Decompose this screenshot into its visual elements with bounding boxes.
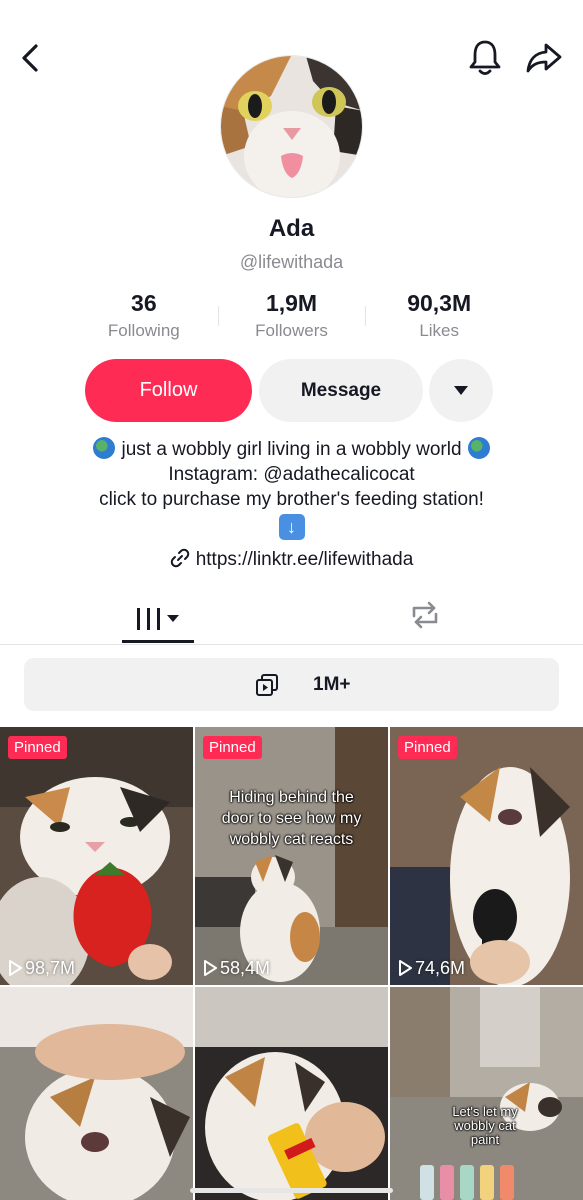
video-caption: Let's let my wobbly cat paint xyxy=(430,1105,540,1147)
play-icon xyxy=(204,960,217,976)
active-tab-indicator xyxy=(122,640,194,643)
profile-name: Ada xyxy=(268,215,315,242)
play-icon xyxy=(9,960,22,976)
home-indicator xyxy=(190,1188,393,1193)
back-icon[interactable] xyxy=(16,40,48,76)
stat-followers[interactable]: 1,9M Followers xyxy=(217,290,366,346)
profile-stats: 36 Following 1,9M Followers 90,3M Likes xyxy=(70,290,513,346)
pinned-badge: Pinned xyxy=(8,736,67,759)
globe-emoji-icon xyxy=(93,437,116,459)
bio-line: click to purchase my brother's feeding s… xyxy=(99,489,484,510)
profile-tabs xyxy=(0,590,583,645)
view-count: 58,4M xyxy=(203,958,270,979)
globe-emoji-icon xyxy=(467,437,490,459)
collections-button[interactable]: 1M+ xyxy=(24,658,559,711)
view-count: 74,6M xyxy=(398,958,465,979)
video-thumbnail[interactable] xyxy=(195,987,388,1200)
bio-link[interactable]: https://linktr.ee/lifewithada xyxy=(0,548,583,571)
message-button[interactable]: Message xyxy=(259,359,423,422)
stat-label: Followers xyxy=(255,321,328,340)
view-count-text: 98,7M xyxy=(25,958,76,978)
video-thumbnail[interactable]: Pinned Hiding behind the door to see how… xyxy=(195,727,388,985)
caption-line: Hiding behind the xyxy=(229,789,354,806)
link-icon xyxy=(170,548,189,568)
bio-text: just a wobbly girl living in a wobbly wo… xyxy=(121,439,462,460)
stat-value: 36 xyxy=(131,290,157,316)
videos-grid-icon[interactable] xyxy=(122,598,194,644)
collection-icon xyxy=(256,674,278,696)
caption-line: paint xyxy=(470,1132,500,1147)
view-count-text: 74,6M xyxy=(415,958,466,978)
bio-line: Instagram: @adathecalicocat xyxy=(168,464,415,485)
stat-following[interactable]: 36 Following xyxy=(70,290,218,346)
video-caption: Hiding behind the door to see how my wob… xyxy=(205,787,378,850)
down-arrow-emoji-icon: ↓ xyxy=(278,514,305,540)
bio-link-text: https://linktr.ee/lifewithada xyxy=(195,549,414,570)
follow-button[interactable]: Follow xyxy=(85,359,252,422)
stat-label: Likes xyxy=(419,321,460,340)
stat-value: 1,9M xyxy=(265,290,318,316)
video-grid: Pinned 98,7M Pinned Hiding behind the do… xyxy=(0,727,583,1200)
bio-line: just a wobbly girl living in a wobbly wo… xyxy=(0,437,583,462)
stat-value: 90,3M xyxy=(407,290,472,316)
caption-line: wobbly cat reacts xyxy=(229,831,354,848)
bio: just a wobbly girl living in a wobbly wo… xyxy=(0,437,583,540)
view-count-text: 58,4M xyxy=(220,958,271,978)
video-thumbnail[interactable]: Pinned 74,6M xyxy=(390,727,583,985)
pinned-badge: Pinned xyxy=(203,736,262,759)
video-thumbnail[interactable] xyxy=(0,987,193,1200)
share-icon[interactable] xyxy=(524,40,564,76)
view-count: 98,7M xyxy=(8,958,75,979)
play-icon xyxy=(399,960,412,976)
repost-icon[interactable] xyxy=(408,600,442,630)
caret-down-icon xyxy=(454,386,468,395)
suggested-accounts-button[interactable] xyxy=(429,359,493,422)
bell-icon[interactable] xyxy=(466,38,504,78)
caption-line: wobbly cat xyxy=(454,1118,516,1133)
collections-count: 1M+ xyxy=(313,674,351,695)
caption-line: Let's let my xyxy=(452,1104,518,1119)
stat-likes[interactable]: 90,3M Likes xyxy=(365,290,513,346)
avatar[interactable] xyxy=(220,55,363,198)
video-thumbnail[interactable]: Let's let my wobbly cat paint xyxy=(390,987,583,1200)
video-thumbnail[interactable]: Pinned 98,7M xyxy=(0,727,193,985)
pinned-badge: Pinned xyxy=(398,736,457,759)
profile-handle: @lifewithada xyxy=(239,252,344,272)
caption-line: door to see how my xyxy=(221,810,362,827)
stat-label: Following xyxy=(107,321,180,340)
